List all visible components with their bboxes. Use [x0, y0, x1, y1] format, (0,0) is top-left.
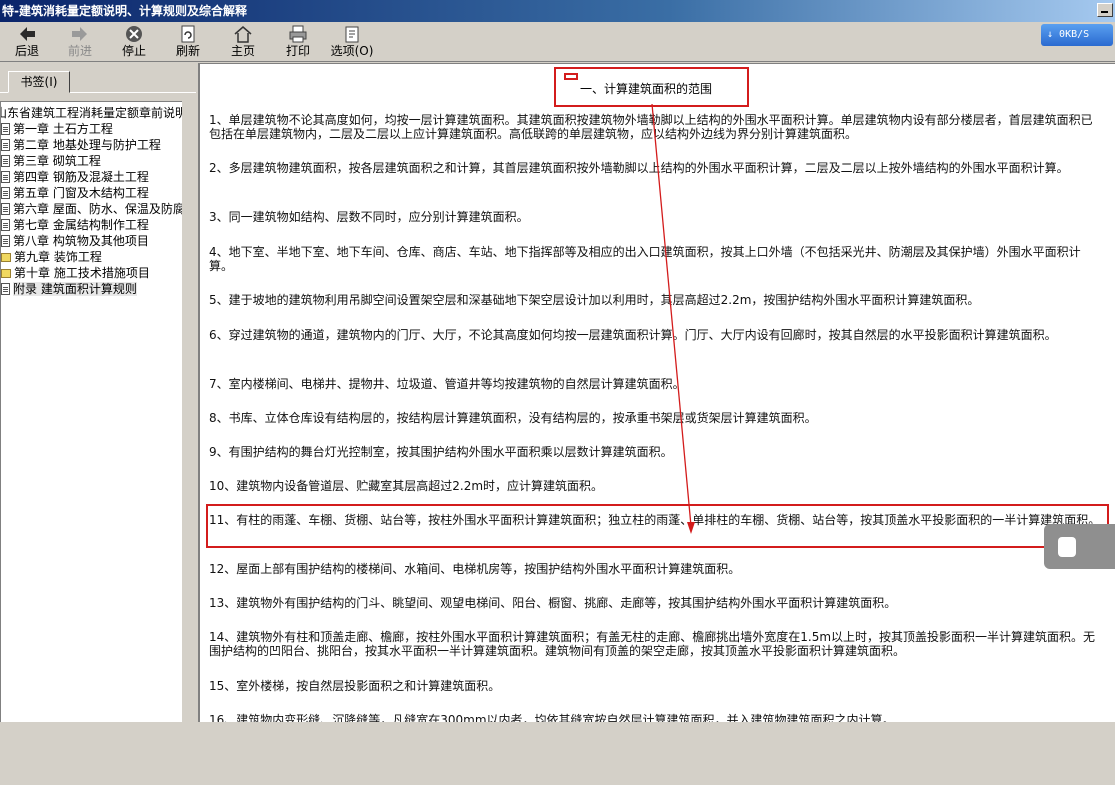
rule-paragraph: 9、有围护结构的舞台灯光控制室，按其围护结构外围水平面积乘以层数计算建筑面积。	[209, 445, 673, 459]
window-title-bar: 特-建筑消耗量定额说明、计算规则及综合解释	[0, 0, 1115, 22]
rule-paragraph: 12、屋面上部有围护结构的楼梯间、水箱间、电梯机房等，按围护结构外围水平面积计算…	[209, 562, 741, 576]
annotation-box-marker	[564, 73, 578, 80]
back-button[interactable]: 后退	[2, 24, 52, 60]
floating-camera-widget[interactable]	[1044, 524, 1115, 569]
sidebar-tabstrip: 书签(I)	[0, 69, 196, 93]
window-title: 特-建筑消耗量定额说明、计算规则及综合解释	[2, 4, 247, 18]
rule-paragraph: 1、单层建筑物不论其高度如何，均按一层计算建筑面积。其建筑面积按建筑物外墙勒脚以…	[209, 113, 1093, 141]
rule-paragraph: 8、书库、立体仓库设有结构层的，按结构层计算建筑面积，没有结构层的，按承重书架层…	[209, 411, 817, 425]
tree-item-label: 第四章 钢筋及混凝土工程	[13, 170, 149, 184]
home-icon	[234, 26, 252, 43]
tree-item-label: 第九章 装饰工程	[14, 250, 102, 264]
stop-label: 停止	[121, 44, 146, 58]
print-label: 打印	[285, 44, 310, 58]
tree-item[interactable]: 第五章 门窗及木结构工程	[1, 185, 149, 201]
annotation-box-heading	[554, 67, 749, 107]
refresh-icon	[181, 25, 195, 43]
home-label: 主页	[230, 44, 255, 58]
tree-item[interactable]: 第六章 屋面、防水、保温及防腐	[1, 201, 182, 217]
print-icon	[289, 25, 307, 43]
camera-icon	[1058, 537, 1076, 557]
rule-paragraph: 7、室内楼梯间、电梯井、提物井、垃圾道、管道井等均按建筑物的自然层计算建筑面积。	[209, 377, 685, 391]
rule-paragraph: 13、建筑物外有围护结构的门斗、眺望间、观望电梯间、阳台、橱窗、挑廊、走廊等，按…	[209, 596, 897, 610]
back-arrow-icon	[20, 27, 35, 41]
minimize-button[interactable]	[1097, 3, 1113, 17]
download-speed-indicator: ↓ 0KB/S	[1041, 24, 1113, 46]
rule-paragraph: 5、建于坡地的建筑物利用吊脚空间设置架空层和深基础地下架空层设计加以利用时，其层…	[209, 293, 980, 307]
options-icon	[345, 26, 359, 43]
print-button[interactable]: 打印	[273, 24, 323, 60]
tree-item[interactable]: 第四章 钢筋及混凝土工程	[1, 169, 149, 185]
document-icon	[1, 219, 10, 231]
forward-label: 前进	[67, 44, 92, 58]
document-content: 一、计算建筑面积的范围 1、单层建筑物不论其高度如何，均按一层计算建筑面积。其建…	[198, 63, 1115, 722]
tree-item[interactable]: 第三章 砌筑工程	[1, 153, 101, 169]
tab-bookmarks[interactable]: 书签(I)	[8, 71, 70, 93]
tree-item-label: 第六章 屋面、防水、保温及防腐	[13, 202, 182, 216]
tree-item-label: 附录 建筑面积计算规则	[13, 282, 137, 296]
tree-item-label: 第二章 地基处理与防护工程	[13, 138, 161, 152]
down-arrow-icon: ↓	[1047, 29, 1060, 40]
tree-item[interactable]: 第二章 地基处理与防护工程	[1, 137, 161, 153]
options-label: 选项(O)	[330, 44, 374, 58]
rule-paragraph: 6、穿过建筑物的通道，建筑物内的门厅、大厅，不论其高度如何均按一层建筑面积计算。…	[209, 328, 1057, 342]
refresh-label: 刷新	[175, 44, 200, 58]
tree-item-label: 第十章 施工技术措施项目	[14, 266, 150, 280]
folder-icon	[1, 269, 11, 278]
document-icon	[1, 171, 10, 183]
forward-button[interactable]: 前进	[55, 24, 105, 60]
rule-paragraph: 15、室外楼梯，按自然层投影面积之和计算建筑面积。	[209, 679, 501, 693]
back-label: 后退	[14, 44, 39, 58]
rule-paragraph: 16、建筑物内变形缝、沉降缝等，凡缝宽在300mm以内者，均依其缝宽按自然层计算…	[209, 713, 895, 722]
tree-item-label: 第三章 砌筑工程	[13, 154, 101, 168]
tree-root-item[interactable]: 山东省建筑工程消耗量定额章前说明	[1, 105, 182, 121]
tree-item[interactable]: 第九章 装饰工程	[1, 249, 102, 265]
tree-item[interactable]: 第一章 土石方工程	[1, 121, 113, 137]
tree-item-label: 第一章 土石方工程	[13, 122, 113, 136]
tree-item-label: 第八章 构筑物及其他项目	[13, 234, 149, 248]
tree-item[interactable]: 第十章 施工技术措施项目	[1, 265, 150, 281]
document-icon	[1, 203, 10, 215]
rule-paragraph: 3、同一建筑物如结构、层数不同时，应分别计算建筑面积。	[209, 210, 529, 224]
tree-item[interactable]: 第八章 构筑物及其他项目	[1, 233, 149, 249]
document-icon	[1, 235, 10, 247]
document-icon	[1, 155, 10, 167]
options-button[interactable]: 选项(O)	[327, 24, 377, 60]
tree-item-label: 第五章 门窗及木结构工程	[13, 186, 149, 200]
folder-icon	[1, 253, 11, 262]
forward-arrow-icon	[72, 27, 87, 41]
toolbar: 后退 前进 停止 刷新 主页 打印 选项(O)	[0, 22, 1115, 62]
sidebar: 书签(I) 山东省建筑工程消耗量定额章前说明 第一章 土石方工程第二章 地基处理…	[0, 63, 196, 785]
rule-paragraph: 2、多层建筑物建筑面积，按各层建筑面积之和计算，其首层建筑面积按外墙勒脚以上结构…	[209, 161, 1069, 175]
refresh-button[interactable]: 刷新	[163, 24, 213, 60]
speed-text: 0KB/S	[1059, 29, 1090, 40]
annotation-box-item-11	[206, 504, 1109, 548]
document-icon	[1, 187, 10, 199]
document-icon	[1, 283, 10, 295]
bookmark-tree: 山东省建筑工程消耗量定额章前说明 第一章 土石方工程 第二章 地基处理与防护工程第…	[0, 101, 182, 722]
tree-item[interactable]: 附录 建筑面积计算规则	[1, 281, 137, 297]
document-icon	[1, 139, 10, 151]
rule-paragraph: 14、建筑物外有柱和顶盖走廊、檐廊，按柱外围水平面积计算建筑面积；有盖无柱的走廊…	[209, 630, 1096, 658]
home-button[interactable]: 主页	[218, 24, 268, 60]
rule-paragraph: 4、地下室、半地下室、地下车间、仓库、商店、车站、地下指挥部等及相应的出入口建筑…	[209, 245, 1081, 273]
stop-button[interactable]: 停止	[109, 24, 159, 60]
panel-splitter[interactable]	[182, 164, 196, 785]
tree-item-label: 第七章 金属结构制作工程	[13, 218, 149, 232]
tree-item[interactable]: 第七章 金属结构制作工程	[1, 217, 149, 233]
document-icon	[1, 123, 10, 135]
stop-icon	[126, 26, 142, 42]
rule-paragraph: 10、建筑物内设备管道层、贮藏室其层高超过2.2m时，应计算建筑面积。	[209, 479, 604, 493]
